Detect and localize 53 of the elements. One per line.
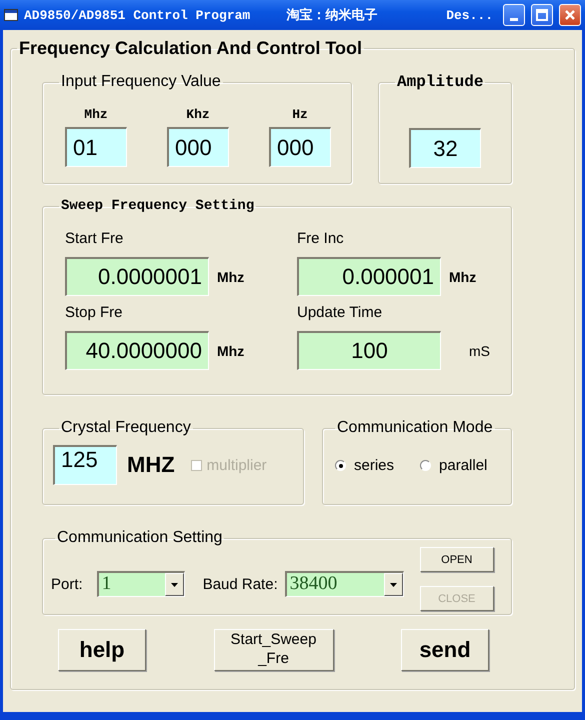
caret-icon bbox=[390, 582, 397, 586]
group-title: Input Frequency Value bbox=[60, 73, 222, 91]
sweep-field[interactable]: 40.0000000 bbox=[65, 331, 209, 370]
group-title: Frequency Calculation And Control Tool bbox=[18, 38, 364, 59]
window-title: AD9850/AD9851 Control Program bbox=[24, 8, 250, 22]
radio-button[interactable] bbox=[335, 460, 346, 471]
checkbox-label: multiplier bbox=[206, 456, 267, 474]
caret-icon bbox=[170, 582, 178, 586]
crystal-field[interactable]: 125 bbox=[53, 445, 117, 485]
maximize-button[interactable] bbox=[531, 4, 553, 26]
port-dropdown[interactable]: 1 bbox=[96, 571, 185, 597]
radio-label: parallel bbox=[439, 457, 488, 474]
unit-label: mS bbox=[469, 342, 490, 358]
group-title: Communication Setting bbox=[56, 529, 224, 547]
sweep-field[interactable]: 0.000001 bbox=[297, 257, 441, 296]
unit-label: Mhz bbox=[84, 107, 108, 122]
group-title: Sweep Frequency Setting bbox=[60, 198, 256, 214]
action-button[interactable]: help bbox=[58, 629, 146, 671]
field-label: Fre Inc bbox=[297, 230, 345, 247]
sweep-field[interactable]: 100 bbox=[297, 331, 441, 370]
window-title-tail: Des... bbox=[446, 8, 493, 22]
group-title: Communication Mode bbox=[336, 419, 494, 437]
unit-label: Mhz bbox=[449, 268, 476, 284]
close-icon bbox=[564, 9, 576, 21]
field-label: Stop Fre bbox=[65, 304, 124, 321]
action-button[interactable]: send bbox=[401, 629, 489, 671]
maximize-icon bbox=[536, 9, 548, 21]
frequency-field[interactable]: 000 bbox=[269, 127, 331, 167]
unit-label: Hz bbox=[292, 107, 308, 122]
field-label: Port: bbox=[51, 576, 83, 592]
unit-label: Mhz bbox=[217, 342, 244, 358]
frequency-field[interactable]: 01 bbox=[65, 127, 127, 167]
radio-button[interactable] bbox=[420, 460, 432, 471]
sweep-field[interactable]: 0.0000001 bbox=[65, 257, 209, 296]
minimize-icon bbox=[510, 18, 518, 21]
close-button[interactable] bbox=[559, 4, 581, 26]
vendor-name: 淘宝：纳米电子 bbox=[286, 6, 378, 24]
radio-label: series bbox=[354, 457, 394, 474]
port-button[interactable]: OPEN bbox=[420, 547, 494, 572]
field-label: Start Fre bbox=[65, 230, 124, 247]
app-icon bbox=[4, 9, 18, 21]
amplitude-field[interactable]: 32 bbox=[409, 128, 481, 168]
group-title: Amplitude bbox=[396, 73, 484, 91]
unit-label: Mhz bbox=[217, 268, 244, 284]
unit-label: MHZ bbox=[127, 452, 175, 478]
minimize-button[interactable] bbox=[503, 4, 525, 26]
group-title: Crystal Frequency bbox=[60, 419, 192, 437]
baud-rate-dropdown[interactable]: 38400 bbox=[284, 571, 404, 597]
field-label: Update Time bbox=[297, 304, 384, 321]
unit-label: Khz bbox=[186, 107, 210, 122]
frequency-field[interactable]: 000 bbox=[167, 127, 229, 167]
field-label: Baud Rate: bbox=[202, 576, 278, 592]
action-button[interactable]: Start_Sweep _Fre bbox=[214, 629, 334, 671]
